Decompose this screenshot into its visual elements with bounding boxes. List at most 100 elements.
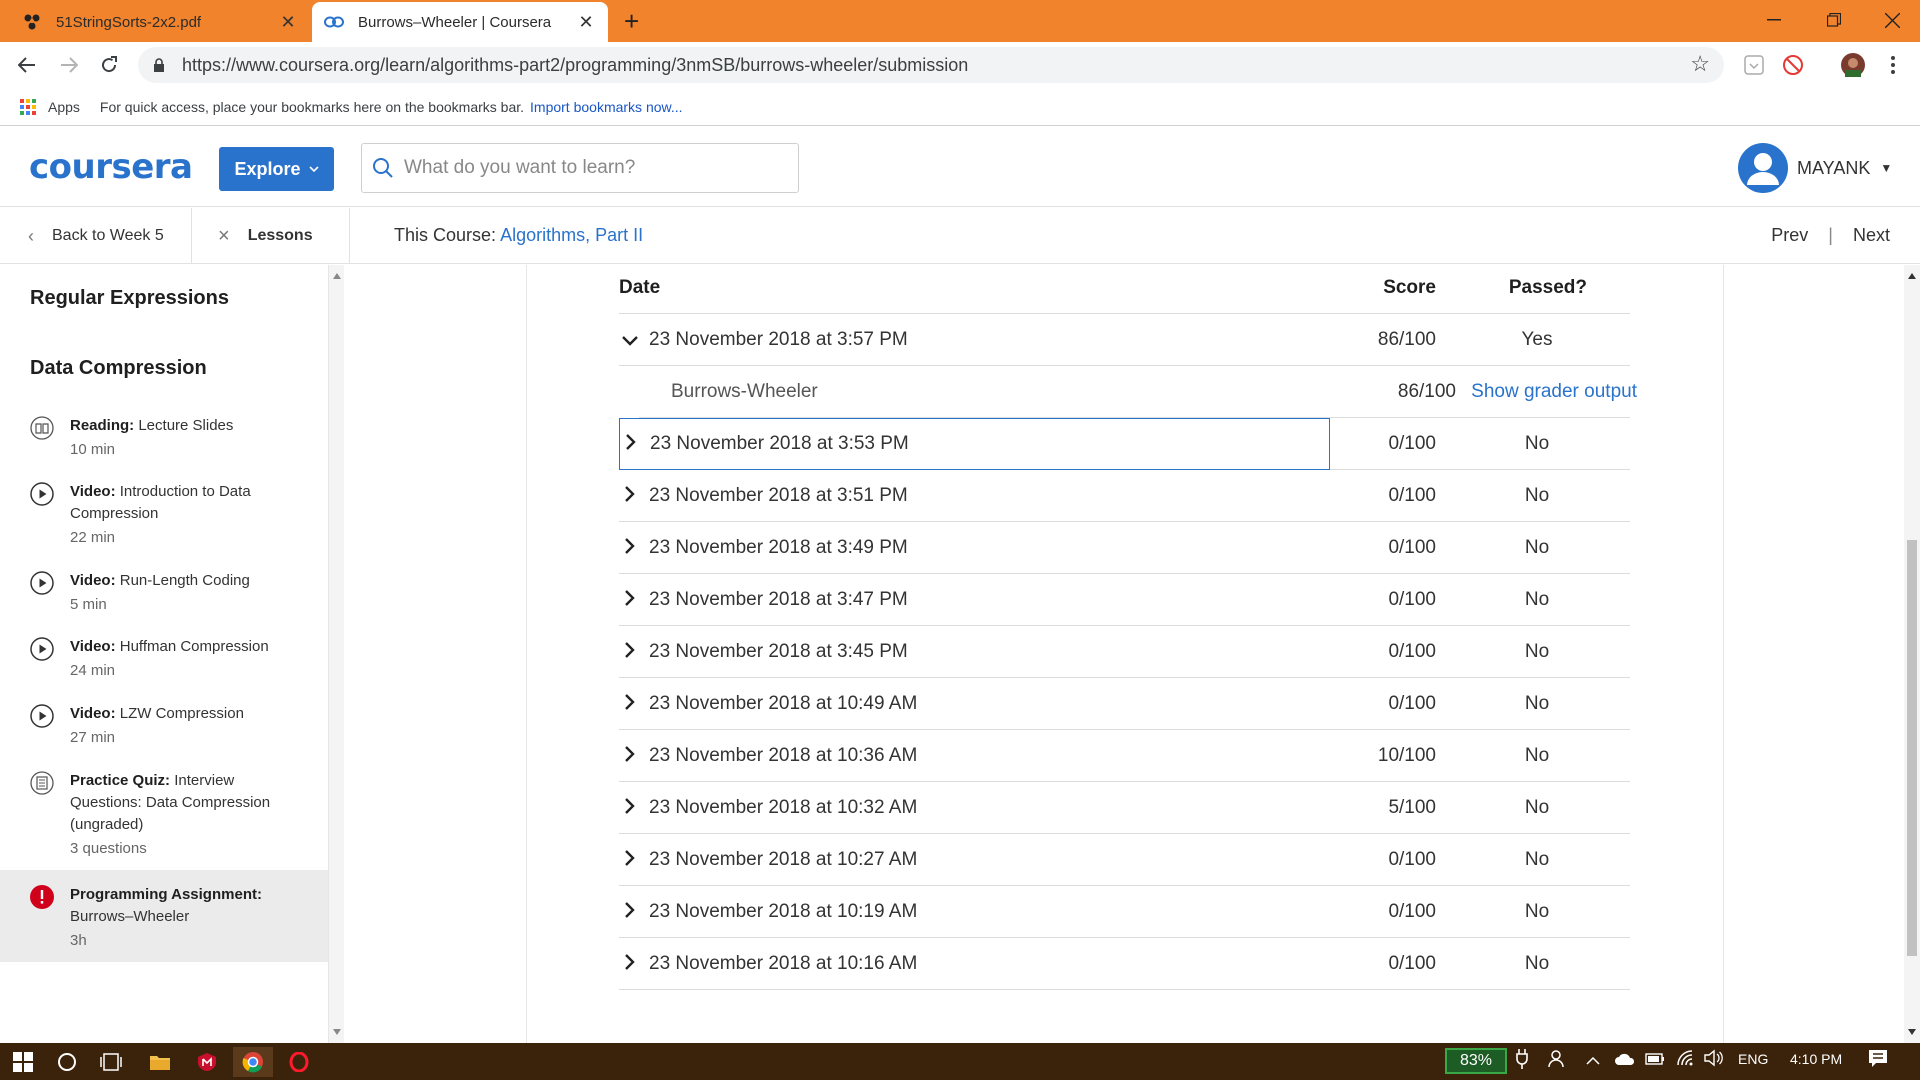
item-duration: 24 min [70, 662, 116, 679]
table-row[interactable]: 23 November 2018 at 10:16 AM 0/100 No [619, 938, 1630, 990]
input-language[interactable]: ENG [1738, 1051, 1768, 1067]
cortana-search-icon[interactable] [52, 1047, 82, 1077]
wifi-icon[interactable] [1676, 1049, 1696, 1070]
apps-link[interactable]: Apps [48, 99, 80, 115]
table-row[interactable]: 23 November 2018 at 10:49 AM 0/100 No [619, 678, 1630, 730]
tab-pdf[interactable]: 51StringSorts-2x2.pdf ✕ [10, 2, 310, 42]
course-link[interactable]: Algorithms, Part II [500, 225, 643, 245]
search-input[interactable] [404, 157, 784, 179]
table-row[interactable]: 23 November 2018 at 3:53 PM 0/100 No [619, 418, 1630, 470]
table-row[interactable]: 23 November 2018 at 10:32 AM 5/100 No [619, 782, 1630, 834]
section-heading[interactable]: Data Compression [30, 357, 207, 380]
browser-menu-icon[interactable] [1880, 52, 1906, 78]
people-icon[interactable] [1548, 1049, 1568, 1072]
next-link[interactable]: Next [1853, 225, 1890, 246]
chevron-right-icon[interactable] [619, 641, 641, 664]
table-row[interactable]: 23 November 2018 at 3:47 PM 0/100 No [619, 574, 1630, 626]
sidebar-item-programming-assignment[interactable]: Programming Assignment: Burrows–Wheeler … [0, 870, 328, 962]
new-tab-icon[interactable]: + [624, 6, 639, 37]
back-arrow-icon[interactable] [12, 50, 42, 80]
section-heading[interactable]: Regular Expressions [30, 287, 229, 310]
prev-next-nav: Prev | Next [1771, 225, 1890, 246]
apps-grid-icon[interactable] [20, 98, 36, 115]
chrome-taskbar-icon[interactable] [233, 1047, 273, 1077]
tray-expand-icon[interactable] [1586, 1052, 1600, 1068]
prev-link[interactable]: Prev [1771, 225, 1808, 246]
bookmark-star-icon[interactable]: ☆ [1690, 51, 1710, 77]
table-row[interactable]: 23 November 2018 at 3:45 PM 0/100 No [619, 626, 1630, 678]
chevron-right-icon[interactable] [619, 745, 641, 768]
sidebar-item-practice-quiz[interactable]: Practice Quiz: Interview Questions: Data… [0, 770, 328, 860]
date-cell[interactable]: 23 November 2018 at 3:51 PM [619, 470, 908, 522]
profile-avatar-icon[interactable] [1840, 52, 1866, 78]
date-cell[interactable]: 23 November 2018 at 10:36 AM [619, 730, 917, 782]
table-row[interactable]: 23 November 2018 at 10:36 AM 10/100 No [619, 730, 1630, 782]
table-row[interactable]: 23 November 2018 at 3:51 PM 0/100 No [619, 470, 1630, 522]
battery-indicator[interactable]: 83% [1445, 1048, 1507, 1074]
notifications-icon[interactable] [1868, 1049, 1888, 1072]
table-row-expanded[interactable]: 23 November 2018 at 3:57 PM 86/100 Yes [619, 314, 1630, 366]
item-title: Burrows–Wheeler [70, 908, 190, 925]
close-tab-icon[interactable]: ✕ [278, 12, 298, 33]
volume-icon[interactable] [1704, 1049, 1724, 1070]
sidebar-item-lzw-compression[interactable]: Video: LZW Compression 27 min [0, 703, 328, 749]
chevron-right-icon[interactable] [619, 849, 641, 872]
import-bookmarks-link[interactable]: Import bookmarks now... [530, 99, 683, 115]
chevron-down-icon[interactable] [619, 329, 641, 352]
opera-icon[interactable] [284, 1047, 314, 1077]
lessons-toggle-button[interactable]: × Lessons [192, 208, 350, 264]
date-cell[interactable]: 23 November 2018 at 10:16 AM [619, 938, 917, 990]
battery-icon[interactable] [1645, 1052, 1665, 1068]
blocker-extension-icon[interactable] [1780, 52, 1806, 78]
date-cell[interactable]: 23 November 2018 at 3:45 PM [619, 626, 908, 678]
sidebar-item-lecture-slides[interactable]: Reading: Lecture Slides 10 min [0, 415, 328, 461]
coursera-logo[interactable]: coursera [29, 147, 193, 187]
chevron-right-icon[interactable] [619, 537, 641, 560]
onedrive-icon[interactable] [1614, 1052, 1636, 1069]
table-row[interactable]: 23 November 2018 at 10:27 AM 0/100 No [619, 834, 1630, 886]
main-scrollbar[interactable] [1904, 265, 1920, 1043]
date-cell[interactable]: 23 November 2018 at 3:53 PM [619, 418, 1330, 470]
close-tab-icon[interactable]: ✕ [576, 12, 596, 33]
forward-arrow-icon[interactable] [54, 50, 84, 80]
chevron-right-icon[interactable] [619, 589, 641, 612]
address-bar[interactable]: https://www.coursera.org/learn/algorithm… [138, 47, 1724, 83]
tab-coursera[interactable]: Burrows–Wheeler | Coursera ✕ [312, 2, 608, 42]
sidebar-item-run-length-coding[interactable]: Video: Run-Length Coding 5 min [0, 570, 328, 616]
chevron-right-icon[interactable] [619, 693, 641, 716]
table-row[interactable]: 23 November 2018 at 3:49 PM 0/100 No [619, 522, 1630, 574]
date-cell[interactable]: 23 November 2018 at 10:49 AM [619, 678, 917, 730]
windows-start-icon[interactable] [8, 1047, 38, 1077]
chevron-right-icon[interactable] [619, 901, 641, 924]
table-row[interactable]: 23 November 2018 at 10:19 AM 0/100 No [619, 886, 1630, 938]
user-menu[interactable]: MAYANK ▼ [1738, 143, 1892, 193]
scrollbar-thumb[interactable] [1907, 540, 1917, 956]
item-type: Video: [70, 572, 116, 589]
submission-score: 0/100 [1388, 485, 1436, 506]
sidebar-item-huffman-compression[interactable]: Video: Huffman Compression 24 min [0, 636, 328, 682]
task-view-icon[interactable] [96, 1047, 126, 1077]
date-cell[interactable]: 23 November 2018 at 3:49 PM [619, 522, 908, 574]
sidebar-scrollbar[interactable] [328, 265, 344, 1043]
pocket-extension-icon[interactable] [1741, 52, 1767, 78]
chevron-right-icon[interactable] [619, 485, 641, 508]
date-cell[interactable]: 23 November 2018 at 10:19 AM [619, 886, 917, 938]
sidebar-item-intro-data-compression[interactable]: Video: Introduction to Data Compression … [0, 481, 328, 549]
restore-icon[interactable] [1804, 4, 1864, 36]
show-grader-output-link[interactable]: Show grader output [1471, 381, 1637, 403]
file-explorer-icon[interactable] [145, 1047, 175, 1077]
item-type: Reading: [70, 417, 135, 434]
mcafee-icon[interactable] [192, 1047, 222, 1077]
chevron-right-icon[interactable] [619, 953, 641, 976]
close-window-icon[interactable] [1862, 4, 1920, 36]
date-cell[interactable]: 23 November 2018 at 3:47 PM [619, 574, 908, 626]
back-to-week-button[interactable]: ‹ Back to Week 5 [0, 208, 192, 264]
reload-icon[interactable] [94, 50, 124, 80]
chevron-right-icon[interactable] [619, 797, 641, 820]
system-clock[interactable]: 4:10 PM [1790, 1051, 1842, 1067]
date-cell[interactable]: 23 November 2018 at 10:27 AM [619, 834, 917, 886]
minimize-icon[interactable] [1744, 4, 1804, 36]
chevron-right-icon[interactable] [620, 433, 642, 456]
explore-button[interactable]: Explore [219, 147, 334, 191]
date-cell[interactable]: 23 November 2018 at 10:32 AM [619, 782, 917, 834]
